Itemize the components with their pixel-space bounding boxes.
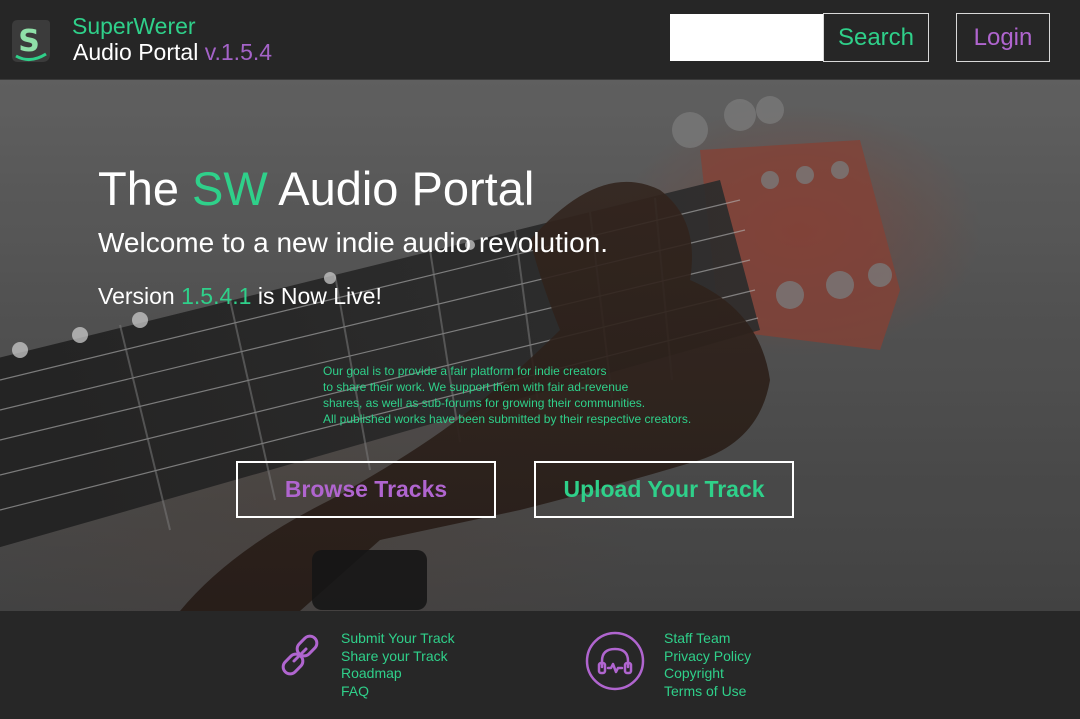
version-post: is Now Live! [251,283,382,309]
mission-line: shares, as well as sub-forums for growin… [323,396,646,410]
brand-subtitle: Audio Portal v.1.5.4 [73,38,272,66]
hero-subtitle: Welcome to a new indie audio revolution. [98,227,609,258]
version-announcement: Version 1.5.4.1 is Now Live! [98,282,382,310]
footer-link-privacy[interactable]: Privacy Policy [664,648,751,666]
brand-subtitle-text: Audio Portal [73,39,205,65]
mission-line: to share their work. We support them wit… [323,380,629,394]
hero-title-accent: SW [192,162,268,215]
footer-links-right: Staff Team Privacy Policy Copyright Term… [664,630,751,700]
brand-name: SuperWerer [72,13,196,39]
svg-text:S: S [18,24,40,59]
login-button[interactable]: Login [956,13,1050,62]
footer-link-copyright[interactable]: Copyright [664,665,751,683]
footer-link-staff[interactable]: Staff Team [664,630,751,648]
footer-link-roadmap[interactable]: Roadmap [341,665,455,683]
brand-version: v.1.5.4 [204,39,273,65]
upload-track-button[interactable]: Upload Your Track [534,461,794,518]
mission-line: Our goal is to provide a fair platform f… [323,364,607,378]
s-letter-logo-icon[interactable]: S [10,18,52,64]
hero-title-pre: The [98,162,193,215]
browse-tracks-button[interactable]: Browse Tracks [236,461,496,518]
footer-link-submit[interactable]: Submit Your Track [341,630,455,648]
mission-line: All published works have been submitted … [323,412,692,426]
link-icon [281,634,319,676]
hero-title: The SW Audio Portal [98,162,534,216]
mission-statement: Our goal is to provide a fair platform f… [323,363,743,427]
hero-banner: The SW Audio Portal Welcome to a new ind… [0,80,1080,611]
footer-link-faq[interactable]: FAQ [341,683,455,701]
top-navbar: S SuperWerer Audio Portal v.1.5.4 Search… [0,0,1080,80]
footer-links-left: Submit Your Track Share your Track Roadm… [341,630,455,700]
search-input[interactable] [670,14,824,61]
footer: Submit Your Track Share your Track Roadm… [0,611,1080,719]
guitar-headstock-photo [0,80,1080,611]
search-button[interactable]: Search [823,13,929,62]
version-number: 1.5.4.1 [181,283,252,309]
footer-link-terms[interactable]: Terms of Use [664,683,751,701]
hero-title-post: Audio Portal [267,162,535,215]
version-pre: Version [98,283,182,309]
footer-link-share[interactable]: Share your Track [341,648,455,666]
headphones-icon [585,631,645,691]
